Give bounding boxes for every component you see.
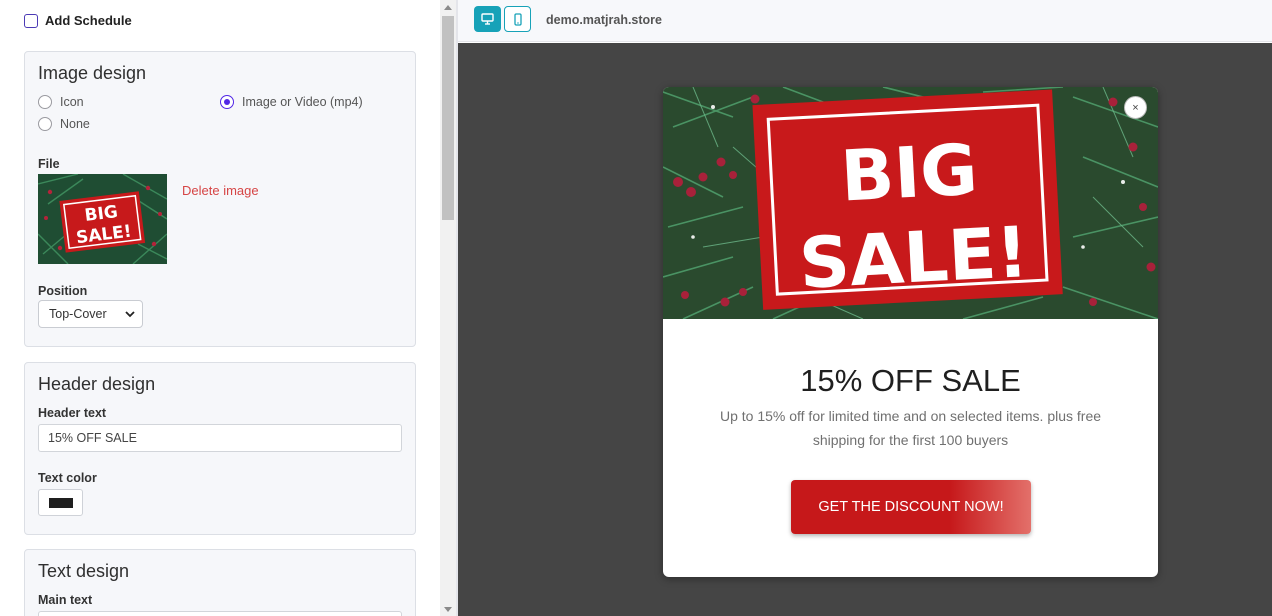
file-label: File [38, 157, 60, 171]
header-design-title: Header design [38, 374, 156, 394]
radio-none-label: None [60, 117, 90, 131]
add-schedule-checkbox[interactable] [24, 13, 38, 28]
main-text-input[interactable] [38, 611, 402, 616]
position-select-value: Top-Cover [49, 307, 107, 321]
close-icon: × [1132, 101, 1139, 114]
position-label: Position [38, 284, 88, 298]
mobile-icon [513, 12, 522, 26]
header-text-input[interactable]: 15% OFF SALE [38, 424, 402, 452]
header-design-card: Header design Header text 15% OFF SALE T… [24, 362, 416, 535]
scroll-down-arrow-icon[interactable] [444, 607, 452, 612]
get-discount-button[interactable]: GET THE DISCOUNT NOW! [791, 480, 1031, 534]
cta-label: GET THE DISCOUNT NOW! [818, 499, 1004, 515]
settings-panel: Add Schedule Image design Icon Image or … [0, 0, 440, 616]
scrollbar-thumb[interactable] [442, 16, 454, 220]
delete-image-link[interactable]: Delete image [182, 183, 259, 198]
image-thumbnail: BIG SALE! [38, 174, 167, 264]
popup-header-text: 15% OFF SALE [800, 363, 1021, 398]
position-select[interactable]: Top-Cover [38, 300, 143, 328]
chevron-down-icon [125, 311, 135, 318]
text-design-card: Text design Main text [24, 549, 416, 616]
preview-domain: demo.matjrah.store [546, 13, 663, 27]
radio-none-option[interactable]: None [38, 117, 90, 131]
popup-preview: BIG SALE! × 15% OFF SALE Up to 15% off f… [663, 87, 1158, 577]
radio-none[interactable] [38, 117, 52, 131]
text-color-swatch [48, 497, 73, 508]
radio-image-video-option[interactable]: Image or Video (mp4) [220, 95, 363, 109]
scroll-up-arrow-icon[interactable] [444, 5, 452, 10]
settings-scrollbar[interactable] [440, 0, 456, 616]
banner-text-sale: SALE! [797, 211, 1030, 305]
radio-image-video-label: Image or Video (mp4) [242, 95, 363, 109]
text-color-label: Text color [38, 471, 97, 485]
desktop-preview-button[interactable] [474, 6, 501, 32]
image-design-card: Image design Icon Image or Video (mp4) N… [24, 51, 416, 347]
banner-text-big: BIG [839, 129, 980, 218]
popup-close-button[interactable]: × [1124, 96, 1147, 119]
text-color-picker[interactable] [38, 489, 83, 516]
header-text-value: 15% OFF SALE [48, 431, 137, 445]
add-schedule-row[interactable]: Add Schedule [24, 13, 132, 28]
thumbnail-text-big: BIG [84, 202, 119, 226]
radio-icon[interactable] [38, 95, 52, 109]
popup-body-text: Up to 15% off for limited time and on se… [719, 408, 1102, 448]
desktop-icon [481, 13, 494, 25]
preview-area: BIG SALE! × 15% OFF SALE Up to 15% off f… [458, 43, 1272, 616]
radio-icon-label: Icon [60, 95, 84, 109]
text-design-title: Text design [38, 561, 130, 581]
image-design-title: Image design [38, 63, 147, 83]
preview-toolbar: demo.matjrah.store [458, 0, 1272, 42]
popup-banner-image: BIG SALE! [663, 87, 1158, 320]
header-text-label: Header text [38, 406, 107, 420]
radio-image-video[interactable] [220, 95, 234, 109]
main-text-label: Main text [38, 593, 93, 607]
radio-icon-option[interactable]: Icon [38, 95, 84, 109]
add-schedule-label: Add Schedule [45, 13, 132, 28]
mobile-preview-button[interactable] [504, 6, 531, 32]
